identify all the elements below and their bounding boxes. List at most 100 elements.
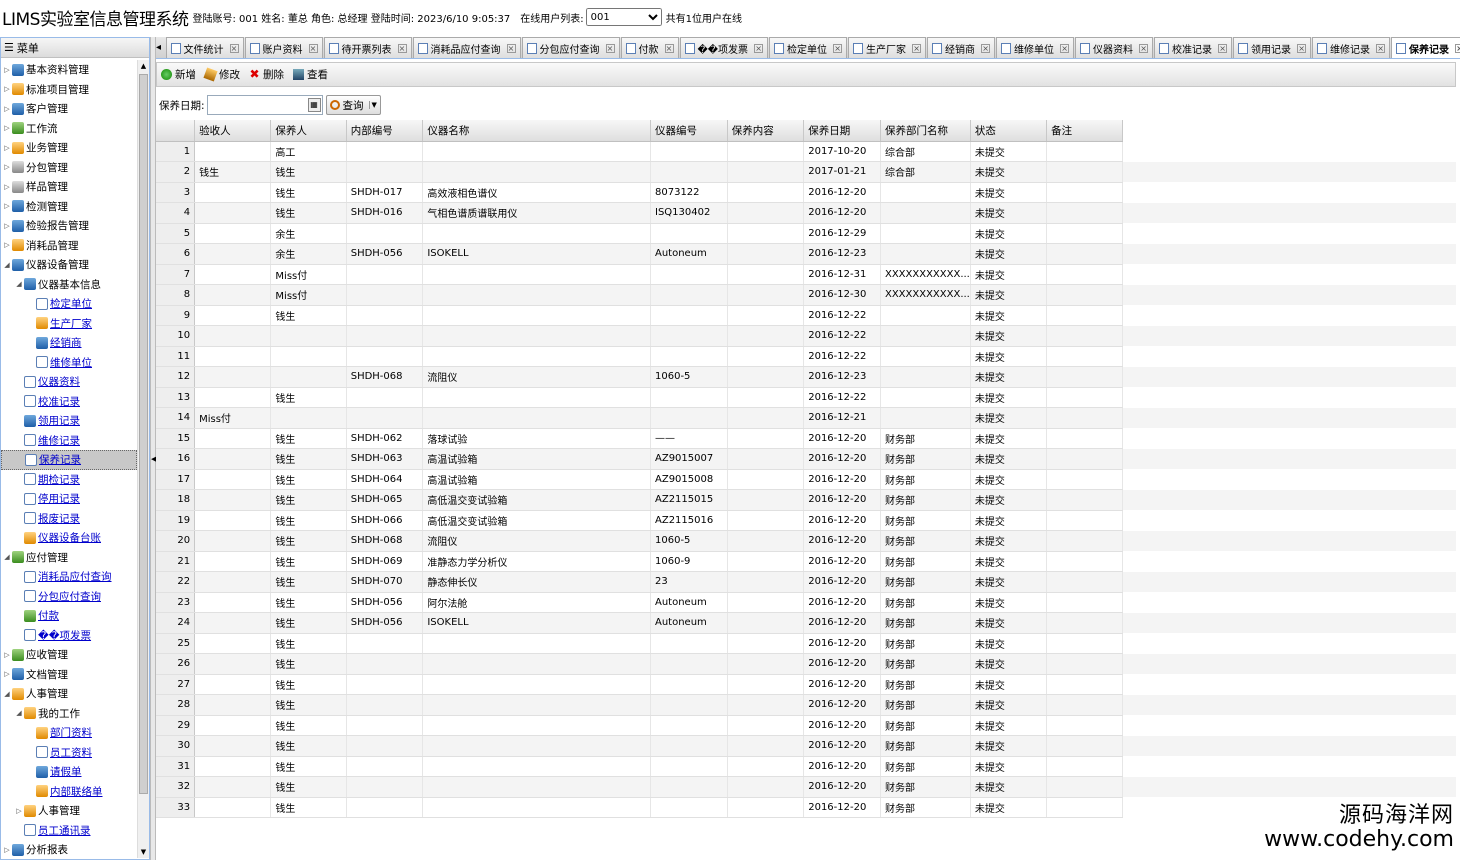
table-cell[interactable]: 钱生 (270, 756, 347, 777)
table-cell[interactable] (650, 346, 728, 367)
sidebar-scrollbar[interactable]: ▲ ▼ (137, 60, 149, 858)
table-row[interactable]: 25 钱生 2016-12-20 财务部 未提交 (156, 633, 1456, 654)
table-cell[interactable] (727, 469, 805, 490)
table-cell[interactable]: Autoneum (650, 592, 728, 613)
table-cell[interactable]: 2016-12-22 (803, 325, 881, 347)
tab-close-icon[interactable]: × (506, 43, 516, 53)
table-cell[interactable] (194, 305, 272, 326)
table-row[interactable]: 13 钱生 2016-12-22 未提交 (156, 387, 1456, 408)
table-cell[interactable]: 未提交 (970, 776, 1048, 798)
table-row[interactable]: 1 高工 2017-10-20 综合部 未提交 (156, 141, 1456, 162)
table-cell[interactable] (1046, 407, 1124, 429)
table-cell[interactable] (727, 592, 805, 613)
table-cell[interactable] (650, 674, 728, 695)
table-cell[interactable]: 钱生 (270, 182, 347, 203)
table-cell[interactable]: 钱生 (270, 448, 347, 470)
table-cell[interactable] (194, 325, 272, 347)
table-cell[interactable]: 2016-12-20 (803, 448, 881, 470)
sidebar-item[interactable]: 检定单位 (1, 294, 137, 314)
sidebar-item[interactable]: 报废记录 (1, 509, 137, 529)
sidebar-item[interactable]: 请假单 (1, 762, 137, 782)
table-cell[interactable] (194, 633, 272, 654)
table-cell[interactable]: 财务部 (880, 510, 971, 531)
table-cell[interactable]: 钱生 (270, 530, 347, 552)
table-cell[interactable] (346, 735, 424, 757)
table-cell[interactable]: 财务部 (880, 735, 971, 757)
table-cell[interactable]: 钱生 (270, 469, 347, 490)
sidebar-item[interactable]: ◢ 仪器设备管理 (1, 255, 137, 275)
tab[interactable]: 生产厂家 × (848, 37, 927, 58)
column-header[interactable]: 保养内容 (727, 120, 805, 142)
table-cell[interactable]: 财务部 (880, 551, 971, 572)
view-button[interactable]: 查看 (293, 67, 328, 82)
tab[interactable]: 检定单位 × (769, 37, 848, 58)
table-cell[interactable]: 未提交 (970, 735, 1048, 757)
table-cell[interactable]: SHDH-069 (346, 551, 424, 572)
table-cell[interactable]: 2016-12-20 (803, 715, 881, 736)
table-cell[interactable]: 2016-12-20 (803, 633, 881, 654)
chevron-down-icon[interactable]: ▼ (368, 101, 377, 109)
table-cell[interactable] (422, 407, 651, 429)
table-cell[interactable] (650, 284, 728, 306)
table-cell[interactable]: 财务部 (880, 592, 971, 613)
table-cell[interactable] (346, 305, 424, 326)
table-cell[interactable]: 2016-12-22 (803, 305, 881, 326)
table-cell[interactable] (270, 366, 347, 388)
table-cell[interactable]: 财务部 (880, 469, 971, 490)
table-cell[interactable]: 2016-12-20 (803, 182, 881, 203)
table-cell[interactable] (1046, 674, 1124, 695)
table-cell[interactable] (1046, 694, 1124, 716)
tab-close-icon[interactable]: × (981, 43, 991, 53)
table-cell[interactable] (194, 756, 272, 777)
table-cell[interactable]: 2016-12-21 (803, 407, 881, 429)
table-cell[interactable]: 1060-5 (650, 366, 728, 388)
table-cell[interactable]: 钱生 (270, 653, 347, 675)
column-header[interactable]: 保养日期 (803, 120, 881, 142)
table-cell[interactable] (727, 489, 805, 511)
table-cell[interactable]: SHDH-062 (346, 428, 424, 449)
table-row[interactable]: 16 钱生 SHDH-063 高温试验箱 AZ9015007 2016-12-20 财务部未… (156, 448, 1456, 470)
sidebar-item[interactable]: ▷ 应收管理 (1, 645, 137, 665)
table-row[interactable]: 33 钱生 2016-12-20 财务部 未提交 (156, 797, 1456, 818)
table-cell[interactable] (727, 366, 805, 388)
tab-close-icon[interactable]: × (1218, 43, 1228, 53)
table-cell[interactable]: AZ2115016 (650, 510, 728, 531)
table-cell[interactable] (346, 776, 424, 798)
table-row[interactable]: 30 钱生 2016-12-20 财务部 未提交 (156, 735, 1456, 757)
table-cell[interactable] (194, 551, 272, 572)
table-cell[interactable] (1046, 510, 1124, 531)
table-cell[interactable]: 2016-12-20 (803, 653, 881, 675)
table-cell[interactable] (727, 346, 805, 367)
tab-close-icon[interactable]: × (397, 43, 407, 53)
table-row[interactable]: 24 钱生 SHDH-056 ISOKELL Autoneum 2016-12-20 财务部… (156, 612, 1456, 634)
table-cell[interactable] (1046, 305, 1124, 326)
table-cell[interactable] (422, 776, 651, 798)
sidebar-item[interactable]: 分包应付查询 (1, 587, 137, 607)
table-cell[interactable] (422, 161, 651, 183)
table-cell[interactable]: 气相色谱质谱联用仪 (422, 202, 651, 224)
table-cell[interactable]: 未提交 (970, 612, 1048, 634)
table-cell[interactable]: 2016-12-30 (803, 284, 881, 306)
sidebar-item[interactable]: 部门资料 (1, 723, 137, 743)
column-header[interactable]: 验收人 (194, 120, 272, 142)
table-cell[interactable]: 财务部 (880, 715, 971, 736)
table-cell[interactable]: 未提交 (970, 407, 1048, 429)
table-cell[interactable]: SHDH-065 (346, 489, 424, 511)
tab[interactable]: 维修单位 × (996, 37, 1075, 58)
tab[interactable]: 校准记录 × (1154, 37, 1233, 58)
tab[interactable]: 付款 × (620, 37, 679, 58)
tab-close-icon[interactable]: × (664, 43, 674, 53)
table-cell[interactable] (194, 776, 272, 798)
table-cell[interactable]: 未提交 (970, 387, 1048, 408)
sidebar-item[interactable]: ▷ 工作流 (1, 119, 137, 139)
table-cell[interactable]: 未提交 (970, 243, 1048, 265)
table-cell[interactable] (346, 407, 424, 429)
table-cell[interactable] (270, 325, 347, 347)
table-cell[interactable] (727, 182, 805, 203)
table-cell[interactable]: 未提交 (970, 366, 1048, 388)
table-cell[interactable]: 财务部 (880, 448, 971, 470)
sidebar-item[interactable]: 仪器资料 (1, 372, 137, 392)
table-cell[interactable] (346, 694, 424, 716)
table-cell[interactable] (650, 161, 728, 183)
table-cell[interactable]: 未提交 (970, 530, 1048, 552)
